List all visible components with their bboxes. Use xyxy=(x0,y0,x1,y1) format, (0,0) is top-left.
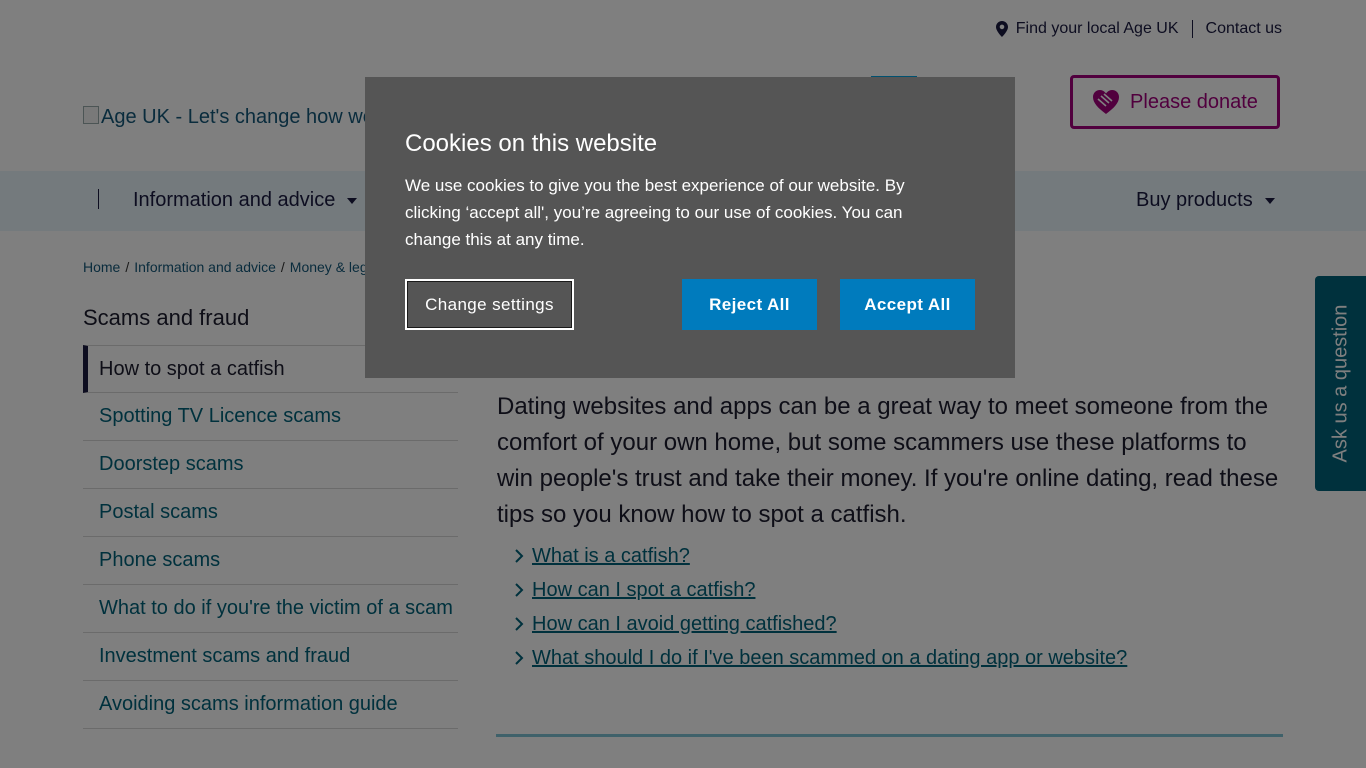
cookie-consent-dialog: Cookies on this website We use cookies t… xyxy=(365,77,1015,378)
cookie-title: Cookies on this website xyxy=(405,130,658,157)
reject-all-button[interactable]: Reject All xyxy=(682,279,817,330)
cookie-body: We use cookies to give you the best expe… xyxy=(405,176,905,249)
change-settings-button[interactable]: Change settings xyxy=(405,279,574,330)
accept-all-button[interactable]: Accept All xyxy=(840,279,975,330)
